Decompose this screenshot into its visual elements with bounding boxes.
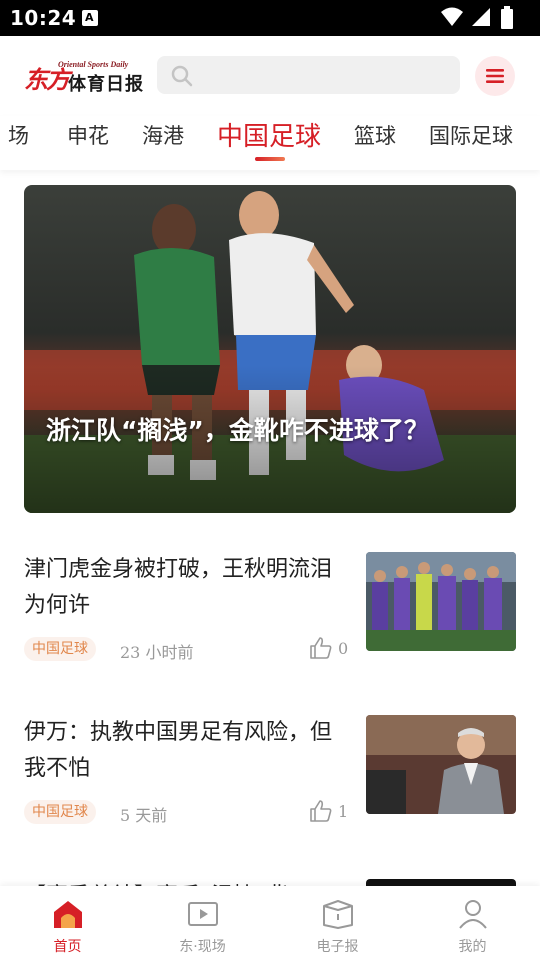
- tab-partial[interactable]: 场: [8, 120, 29, 150]
- search-icon: [171, 65, 193, 87]
- category-tag[interactable]: 中国足球: [24, 637, 96, 661]
- logo-chinese: 体育日报: [68, 74, 144, 95]
- search-input[interactable]: [203, 56, 453, 94]
- hero-article[interactable]: 浙江队“搁浅”，金靴咋不进球了？: [24, 185, 516, 513]
- logo-english: Oriental Sports Daily: [58, 60, 129, 69]
- news-item[interactable]: 【赛季总结】赛后“温情”背: [24, 872, 516, 886]
- nav-live[interactable]: 东·现场: [135, 886, 270, 960]
- news-title: 【赛季总结】赛后“温情”背: [24, 878, 289, 886]
- nav-home[interactable]: 首页: [0, 886, 135, 960]
- nav-profile[interactable]: 我的: [405, 886, 540, 960]
- news-item[interactable]: 津门虎金身被打破，王秋明流泪为何许 中国足球 23 小时前 0: [24, 552, 516, 662]
- search-bar[interactable]: [157, 56, 460, 94]
- news-item[interactable]: 伊万：执教中国男足有风险，但我不怕 中国足球 5 天前 1: [24, 715, 516, 825]
- nav-epaper[interactable]: 电子报: [270, 886, 405, 960]
- news-thumbnail: [366, 552, 516, 651]
- profile-icon: [459, 900, 487, 929]
- category-tabs: 场 申花 海港 中国足球 篮球 国际足球: [0, 116, 540, 170]
- app-logo[interactable]: 东方 Oriental Sports Daily 体育日报: [24, 56, 144, 98]
- active-tab-indicator: [255, 157, 285, 161]
- like-count: 0: [338, 639, 349, 658]
- like-button[interactable]: 1: [308, 798, 352, 826]
- signal-icon: [472, 8, 490, 26]
- category-tag[interactable]: 中国足球: [24, 800, 96, 824]
- publish-time: 23 小时前: [120, 643, 194, 662]
- app-header: 东方 Oriental Sports Daily 体育日报: [0, 36, 540, 116]
- nav-label: 我的: [458, 939, 487, 955]
- wifi-icon: [441, 7, 463, 26]
- news-meta: 中国足球 23 小时前 0: [24, 635, 354, 663]
- thumbs-up-icon: [310, 637, 332, 659]
- newspaper-icon: [323, 900, 353, 929]
- news-thumbnail: [366, 879, 516, 886]
- publish-time: 5 天前: [120, 806, 168, 825]
- tab-china-football[interactable]: 中国足球: [217, 116, 321, 153]
- tab-haigang[interactable]: 海港: [142, 120, 184, 150]
- notification-icon: A: [82, 10, 98, 26]
- nav-label: 东·现场: [179, 939, 226, 955]
- video-play-icon: [188, 902, 218, 926]
- like-button[interactable]: 0: [308, 635, 352, 663]
- tab-intl-football[interactable]: 国际足球: [429, 120, 513, 150]
- news-thumbnail: [366, 715, 516, 814]
- tab-shenhua[interactable]: 申花: [67, 120, 109, 150]
- hero-title: 浙江队“搁浅”，金靴咋不进球了？: [46, 416, 429, 445]
- hero-photo: [24, 185, 516, 513]
- home-icon: [54, 901, 82, 928]
- like-count: 1: [338, 802, 349, 821]
- nav-label: 电子报: [316, 939, 359, 955]
- menu-button[interactable]: [475, 56, 515, 96]
- status-time: 10:24: [10, 6, 77, 30]
- status-bar: 10:24 A: [0, 0, 540, 36]
- thumbnail-photo: [366, 552, 516, 651]
- nav-label: 首页: [53, 939, 82, 955]
- news-title: 津门虎金身被打破，王秋明流泪为何许: [24, 557, 333, 618]
- thumbnail-photo: [366, 715, 516, 814]
- news-meta: 中国足球 5 天前 1: [24, 798, 354, 826]
- hamburger-menu-icon: [486, 69, 504, 83]
- thumbs-up-icon: [310, 800, 332, 822]
- bottom-navigation: 首页 东·现场 电子报 我的: [0, 886, 540, 960]
- tab-basketball[interactable]: 篮球: [354, 120, 396, 150]
- battery-icon: [501, 6, 513, 29]
- news-title: 伊万：执教中国男足有风险，但我不怕: [24, 720, 333, 781]
